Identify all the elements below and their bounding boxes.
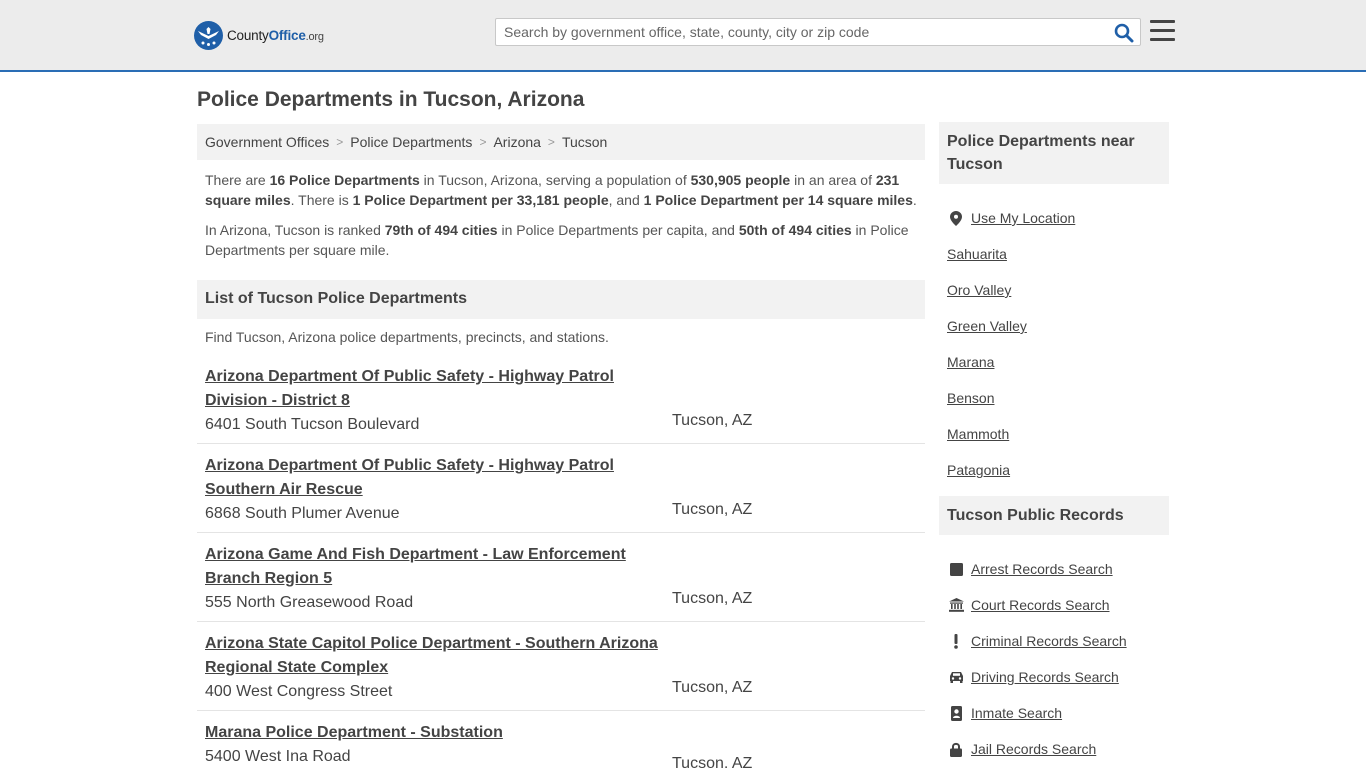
department-city: Tucson, AZ	[672, 755, 753, 768]
intro-text: There are 16 Police Departments in Tucso…	[197, 170, 925, 260]
inmate-search-label: Inmate Search	[971, 705, 1063, 721]
sidebar: Police Departments near Tucson Use My Lo…	[939, 122, 1169, 767]
department-address: 400 West Congress Street	[205, 683, 393, 700]
driving-records-label: Driving Records Search	[971, 669, 1119, 685]
arrest-records-label: Arrest Records Search	[971, 561, 1113, 577]
court-records-label: Court Records Search	[971, 597, 1110, 613]
department-city: Tucson, AZ	[672, 501, 753, 518]
arrest-records-link[interactable]: Arrest Records Search	[947, 551, 1169, 587]
search-input[interactable]	[504, 23, 1104, 41]
driving-records-link[interactable]: Driving Records Search	[947, 659, 1169, 695]
nearby-city-patagonia[interactable]: Patagonia	[947, 452, 1169, 488]
text: , and	[608, 192, 644, 208]
intro-paragraph-rank: In Arizona, Tucson is ranked 79th of 494…	[205, 220, 917, 260]
department-city: Tucson, AZ	[672, 412, 753, 429]
department-city: Tucson, AZ	[672, 679, 753, 696]
text: .	[912, 192, 917, 208]
department-link[interactable]: Arizona Game And Fish Department - Law E…	[205, 543, 665, 591]
department-city: Tucson, AZ	[672, 590, 753, 607]
text: . There is	[290, 192, 353, 208]
breadcrumb-government-offices[interactable]: Government Offices	[205, 134, 329, 150]
department-address: 555 North Greasewood Road	[205, 594, 414, 611]
menu-bar	[1150, 38, 1175, 41]
logo-county: County	[227, 27, 269, 43]
search-box	[495, 18, 1141, 46]
courthouse-icon	[947, 597, 965, 613]
nearby-city-green-valley[interactable]: Green Valley	[947, 308, 1169, 344]
breadcrumb-separator: >	[479, 135, 487, 149]
department-link[interactable]: Arizona Department Of Public Safety - Hi…	[205, 365, 665, 413]
logo-office: Office	[268, 27, 306, 43]
search-button[interactable]	[1114, 23, 1134, 43]
stat-per-area: 1 Police Department per 14 square miles	[643, 192, 913, 208]
hamburger-menu-button[interactable]	[1150, 20, 1175, 42]
intro-paragraph-stats: There are 16 Police Departments in Tucso…	[205, 170, 917, 210]
department-link[interactable]: Marana Police Department - Substation	[205, 721, 665, 745]
department-link[interactable]: Arizona Department Of Public Safety - Hi…	[205, 454, 665, 502]
nearby-city-oro-valley[interactable]: Oro Valley	[947, 272, 1169, 308]
list-item: Marana Police Department - Substation 54…	[197, 711, 925, 768]
site-header: CountyOffice.org	[0, 0, 1366, 72]
rank-per-area: 50th of 494 cities	[738, 222, 852, 238]
rank-per-capita: 79th of 494 cities	[384, 222, 498, 238]
text: There are	[205, 172, 270, 188]
square-icon	[947, 561, 965, 577]
nearby-title: Police Departments near Tucson	[939, 122, 1169, 184]
logo-wordmark: CountyOffice.org	[227, 28, 324, 43]
breadcrumb-tucson[interactable]: Tucson	[562, 134, 607, 150]
breadcrumb: Government Offices > Police Departments …	[197, 124, 925, 160]
breadcrumb-arizona[interactable]: Arizona	[493, 134, 540, 150]
stat-population: 530,905 people	[690, 172, 791, 188]
department-link[interactable]: Arizona State Capitol Police Department …	[205, 632, 665, 680]
menu-bar	[1150, 20, 1175, 23]
records-list: Arrest Records Search Court Records Sear…	[939, 535, 1169, 767]
lock-icon	[947, 741, 965, 757]
id-badge-icon	[947, 705, 965, 721]
main-content: Government Offices > Police Departments …	[197, 124, 925, 768]
eagle-seal-icon	[194, 20, 223, 50]
list-item: Arizona Department Of Public Safety - Hi…	[197, 355, 925, 444]
text: in Police Departments per capita, and	[497, 222, 739, 238]
list-item: Arizona State Capitol Police Department …	[197, 622, 925, 711]
jail-records-link[interactable]: Jail Records Search	[947, 731, 1169, 767]
page-title: Police Departments in Tucson, Arizona	[197, 88, 585, 111]
list-item: Arizona Department Of Public Safety - Hi…	[197, 444, 925, 533]
department-address: 5400 West Ina Road	[205, 748, 351, 765]
nearby-city-sahuarita[interactable]: Sahuarita	[947, 236, 1169, 272]
criminal-records-label: Criminal Records Search	[971, 633, 1127, 649]
list-item: Arizona Game And Fish Department - Law E…	[197, 533, 925, 622]
text: In Arizona, Tucson is ranked	[205, 222, 385, 238]
department-address: 6868 South Plumer Avenue	[205, 505, 400, 522]
breadcrumb-separator: >	[336, 135, 344, 149]
inmate-search-link[interactable]: Inmate Search	[947, 695, 1169, 731]
nearby-city-benson[interactable]: Benson	[947, 380, 1169, 416]
court-records-link[interactable]: Court Records Search	[947, 587, 1169, 623]
stat-count: 16 Police Departments	[269, 172, 420, 188]
records-title: Tucson Public Records	[939, 496, 1169, 535]
breadcrumb-police-departments[interactable]: Police Departments	[350, 134, 472, 150]
site-logo[interactable]: CountyOffice.org	[194, 20, 324, 50]
stat-per-people: 1 Police Department per 33,181 people	[352, 192, 609, 208]
menu-bar	[1150, 29, 1175, 32]
logo-org: .org	[305, 30, 324, 43]
nearby-city-marana[interactable]: Marana	[947, 344, 1169, 380]
department-list: Arizona Department Of Public Safety - Hi…	[197, 355, 925, 768]
exclamation-icon	[947, 633, 965, 649]
text: in an area of	[790, 172, 876, 188]
use-my-location-link[interactable]: Use My Location	[947, 200, 1169, 236]
list-section-title: List of Tucson Police Departments	[197, 280, 925, 319]
text: in Tucson, Arizona, serving a population…	[419, 172, 691, 188]
car-icon	[947, 669, 965, 685]
nearby-list: Use My Location Sahuarita Oro Valley Gre…	[939, 184, 1169, 488]
list-section-description: Find Tucson, Arizona police departments,…	[205, 329, 609, 345]
map-pin-icon	[947, 210, 965, 226]
jail-records-label: Jail Records Search	[971, 741, 1097, 757]
search-icon	[1114, 23, 1134, 43]
use-my-location-label: Use My Location	[971, 210, 1076, 226]
breadcrumb-separator: >	[547, 135, 555, 149]
criminal-records-link[interactable]: Criminal Records Search	[947, 623, 1169, 659]
department-address: 6401 South Tucson Boulevard	[205, 416, 420, 433]
nearby-city-mammoth[interactable]: Mammoth	[947, 416, 1169, 452]
